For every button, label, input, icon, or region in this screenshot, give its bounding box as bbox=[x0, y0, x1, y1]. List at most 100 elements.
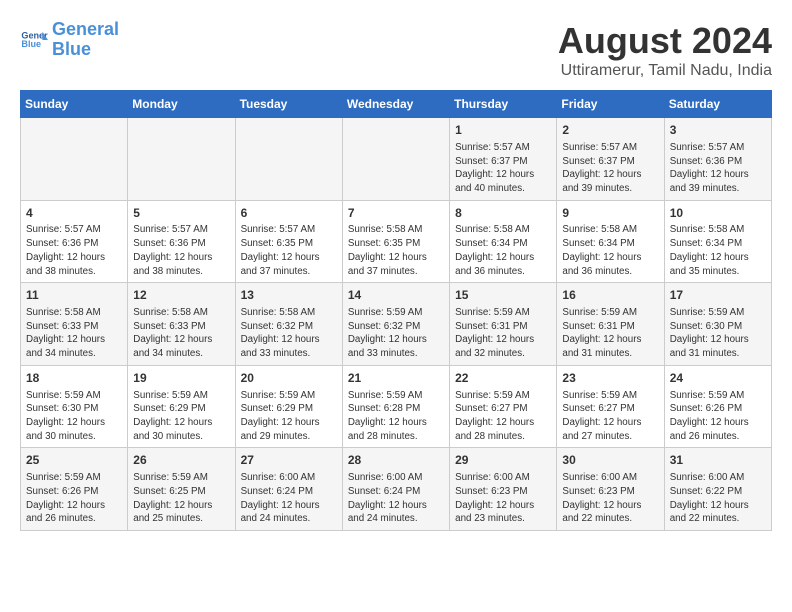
calendar-cell: 9Sunrise: 5:58 AM Sunset: 6:34 PM Daylig… bbox=[557, 200, 664, 283]
calendar-cell bbox=[235, 118, 342, 201]
day-number: 6 bbox=[241, 205, 337, 222]
day-number: 21 bbox=[348, 370, 444, 387]
day-info: Sunrise: 5:58 AM Sunset: 6:35 PM Dayligh… bbox=[348, 223, 444, 278]
day-number: 5 bbox=[133, 205, 229, 222]
day-number: 29 bbox=[455, 452, 551, 469]
day-info: Sunrise: 5:57 AM Sunset: 6:36 PM Dayligh… bbox=[133, 223, 229, 278]
day-info: Sunrise: 5:58 AM Sunset: 6:34 PM Dayligh… bbox=[562, 223, 658, 278]
day-number: 31 bbox=[670, 452, 766, 469]
calendar-cell: 14 Sunrise: 5:59 AM Sunset: 6:32 PM Dayli… bbox=[342, 283, 449, 366]
day-info: Sunrise: 5:59 AM Sunset: 6:31 PM Dayligh… bbox=[562, 306, 658, 361]
calendar-cell: 28 Sunrise: 6:00 AM Sunset: 6:24 PM Dayli… bbox=[342, 448, 449, 531]
day-number: 11 bbox=[26, 287, 122, 304]
header: General Blue General Blue August 2024 Ut… bbox=[20, 20, 772, 80]
day-info: Sunrise: 6:00 AM Sunset: 6:22 PM Dayligh… bbox=[670, 471, 766, 526]
day-info: Sunrise: 5:59 AM Sunset: 6:29 PM Dayligh… bbox=[241, 389, 337, 444]
week-row-3: 18 Sunrise: 5:59 AM Sunset: 6:30 PM Dayli… bbox=[21, 365, 772, 448]
day-number: 13 bbox=[241, 287, 337, 304]
day-info: Sunrise: 5:59 AM Sunset: 6:30 PM Dayligh… bbox=[26, 389, 122, 444]
title-area: August 2024 Uttiramerur, Tamil Nadu, Ind… bbox=[558, 20, 772, 80]
day-info: Sunrise: 5:59 AM Sunset: 6:29 PM Dayligh… bbox=[133, 389, 229, 444]
day-number: 24 bbox=[670, 370, 766, 387]
day-number: 20 bbox=[241, 370, 337, 387]
calendar-cell: 13 Sunrise: 5:58 AM Sunset: 6:32 PM Dayli… bbox=[235, 283, 342, 366]
logo: General Blue General Blue bbox=[20, 20, 119, 60]
day-number: 26 bbox=[133, 452, 229, 469]
day-info: Sunrise: 5:57 AM Sunset: 6:37 PM Dayligh… bbox=[562, 141, 658, 196]
day-number: 10 bbox=[670, 205, 766, 222]
day-info: Sunrise: 6:00 AM Sunset: 6:24 PM Dayligh… bbox=[348, 471, 444, 526]
day-number: 28 bbox=[348, 452, 444, 469]
day-info: Sunrise: 5:57 AM Sunset: 6:36 PM Dayligh… bbox=[670, 141, 766, 196]
weekday-header-tuesday: Tuesday bbox=[235, 91, 342, 118]
calendar-cell bbox=[128, 118, 235, 201]
day-number: 1 bbox=[455, 122, 551, 139]
day-number: 19 bbox=[133, 370, 229, 387]
day-number: 4 bbox=[26, 205, 122, 222]
week-row-0: 1 Sunrise: 5:57 AM Sunset: 6:37 PM Daylig… bbox=[21, 118, 772, 201]
week-row-2: 11 Sunrise: 5:58 AM Sunset: 6:33 PM Dayli… bbox=[21, 283, 772, 366]
day-info: Sunrise: 5:59 AM Sunset: 6:30 PM Dayligh… bbox=[670, 306, 766, 361]
day-info: Sunrise: 5:58 AM Sunset: 6:34 PM Dayligh… bbox=[455, 223, 551, 278]
calendar-cell: 19 Sunrise: 5:59 AM Sunset: 6:29 PM Dayli… bbox=[128, 365, 235, 448]
calendar-cell bbox=[21, 118, 128, 201]
day-info: Sunrise: 5:59 AM Sunset: 6:28 PM Dayligh… bbox=[348, 389, 444, 444]
day-number: 27 bbox=[241, 452, 337, 469]
weekday-header-friday: Friday bbox=[557, 91, 664, 118]
day-info: Sunrise: 5:58 AM Sunset: 6:33 PM Dayligh… bbox=[133, 306, 229, 361]
calendar-cell: 18 Sunrise: 5:59 AM Sunset: 6:30 PM Dayli… bbox=[21, 365, 128, 448]
day-number: 16 bbox=[562, 287, 658, 304]
calendar-cell: 25Sunrise: 5:59 AM Sunset: 6:26 PM Dayli… bbox=[21, 448, 128, 531]
svg-text:Blue: Blue bbox=[21, 39, 41, 49]
logo-blue: Blue bbox=[52, 39, 91, 59]
day-info: Sunrise: 6:00 AM Sunset: 6:23 PM Dayligh… bbox=[562, 471, 658, 526]
day-number: 12 bbox=[133, 287, 229, 304]
day-number: 25 bbox=[26, 452, 122, 469]
calendar-cell: 7Sunrise: 5:58 AM Sunset: 6:35 PM Daylig… bbox=[342, 200, 449, 283]
calendar-cell: 30 Sunrise: 6:00 AM Sunset: 6:23 PM Dayli… bbox=[557, 448, 664, 531]
day-number: 18 bbox=[26, 370, 122, 387]
weekday-header-monday: Monday bbox=[128, 91, 235, 118]
weekday-header-saturday: Saturday bbox=[664, 91, 771, 118]
calendar-cell: 3 Sunrise: 5:57 AM Sunset: 6:36 PM Daylig… bbox=[664, 118, 771, 201]
calendar-cell: 27 Sunrise: 6:00 AM Sunset: 6:24 PM Dayli… bbox=[235, 448, 342, 531]
weekday-header-thursday: Thursday bbox=[450, 91, 557, 118]
calendar-body: 1 Sunrise: 5:57 AM Sunset: 6:37 PM Daylig… bbox=[21, 118, 772, 531]
calendar-cell: 15 Sunrise: 5:59 AM Sunset: 6:31 PM Dayli… bbox=[450, 283, 557, 366]
week-row-1: 4 Sunrise: 5:57 AM Sunset: 6:36 PM Daylig… bbox=[21, 200, 772, 283]
calendar-cell: 2Sunrise: 5:57 AM Sunset: 6:37 PM Daylig… bbox=[557, 118, 664, 201]
day-info: Sunrise: 6:00 AM Sunset: 6:23 PM Dayligh… bbox=[455, 471, 551, 526]
calendar-cell: 8Sunrise: 5:58 AM Sunset: 6:34 PM Daylig… bbox=[450, 200, 557, 283]
week-row-4: 25Sunrise: 5:59 AM Sunset: 6:26 PM Dayli… bbox=[21, 448, 772, 531]
day-info: Sunrise: 5:59 AM Sunset: 6:32 PM Dayligh… bbox=[348, 306, 444, 361]
day-number: 30 bbox=[562, 452, 658, 469]
day-number: 9 bbox=[562, 205, 658, 222]
day-number: 8 bbox=[455, 205, 551, 222]
day-info: Sunrise: 5:57 AM Sunset: 6:35 PM Dayligh… bbox=[241, 223, 337, 278]
day-info: Sunrise: 5:59 AM Sunset: 6:27 PM Dayligh… bbox=[562, 389, 658, 444]
weekday-header-row: SundayMondayTuesdayWednesdayThursdayFrid… bbox=[21, 91, 772, 118]
calendar-cell: 31 Sunrise: 6:00 AM Sunset: 6:22 PM Dayli… bbox=[664, 448, 771, 531]
day-number: 17 bbox=[670, 287, 766, 304]
day-number: 15 bbox=[455, 287, 551, 304]
day-info: Sunrise: 5:58 AM Sunset: 6:33 PM Dayligh… bbox=[26, 306, 122, 361]
calendar-cell: 23 Sunrise: 5:59 AM Sunset: 6:27 PM Dayli… bbox=[557, 365, 664, 448]
day-number: 14 bbox=[348, 287, 444, 304]
day-info: Sunrise: 6:00 AM Sunset: 6:24 PM Dayligh… bbox=[241, 471, 337, 526]
calendar-cell: 17 Sunrise: 5:59 AM Sunset: 6:30 PM Dayli… bbox=[664, 283, 771, 366]
day-info: Sunrise: 5:59 AM Sunset: 6:25 PM Dayligh… bbox=[133, 471, 229, 526]
calendar-cell: 22 Sunrise: 5:59 AM Sunset: 6:27 PM Dayli… bbox=[450, 365, 557, 448]
calendar-cell: 10Sunrise: 5:58 AM Sunset: 6:34 PM Dayli… bbox=[664, 200, 771, 283]
day-info: Sunrise: 5:59 AM Sunset: 6:27 PM Dayligh… bbox=[455, 389, 551, 444]
calendar-cell: 16 Sunrise: 5:59 AM Sunset: 6:31 PM Dayli… bbox=[557, 283, 664, 366]
calendar-cell: 29 Sunrise: 6:00 AM Sunset: 6:23 PM Dayli… bbox=[450, 448, 557, 531]
calendar-cell: 21 Sunrise: 5:59 AM Sunset: 6:28 PM Dayli… bbox=[342, 365, 449, 448]
calendar-table: SundayMondayTuesdayWednesdayThursdayFrid… bbox=[20, 90, 772, 531]
day-number: 22 bbox=[455, 370, 551, 387]
day-info: Sunrise: 5:59 AM Sunset: 6:26 PM Dayligh… bbox=[670, 389, 766, 444]
day-number: 3 bbox=[670, 122, 766, 139]
day-number: 23 bbox=[562, 370, 658, 387]
calendar-cell: 6Sunrise: 5:57 AM Sunset: 6:35 PM Daylig… bbox=[235, 200, 342, 283]
day-info: Sunrise: 5:58 AM Sunset: 6:32 PM Dayligh… bbox=[241, 306, 337, 361]
day-info: Sunrise: 5:59 AM Sunset: 6:31 PM Dayligh… bbox=[455, 306, 551, 361]
